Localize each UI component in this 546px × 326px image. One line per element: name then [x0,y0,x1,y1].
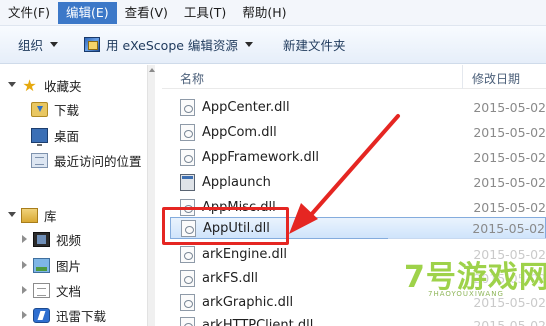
arrowhead [289,203,318,234]
watermark-subtext: 7HAOYOUXIWANG [428,290,504,298]
watermark: 7号游戏网 7HAOYOUXIWANG [388,238,546,326]
arrow-shaft [308,114,400,218]
